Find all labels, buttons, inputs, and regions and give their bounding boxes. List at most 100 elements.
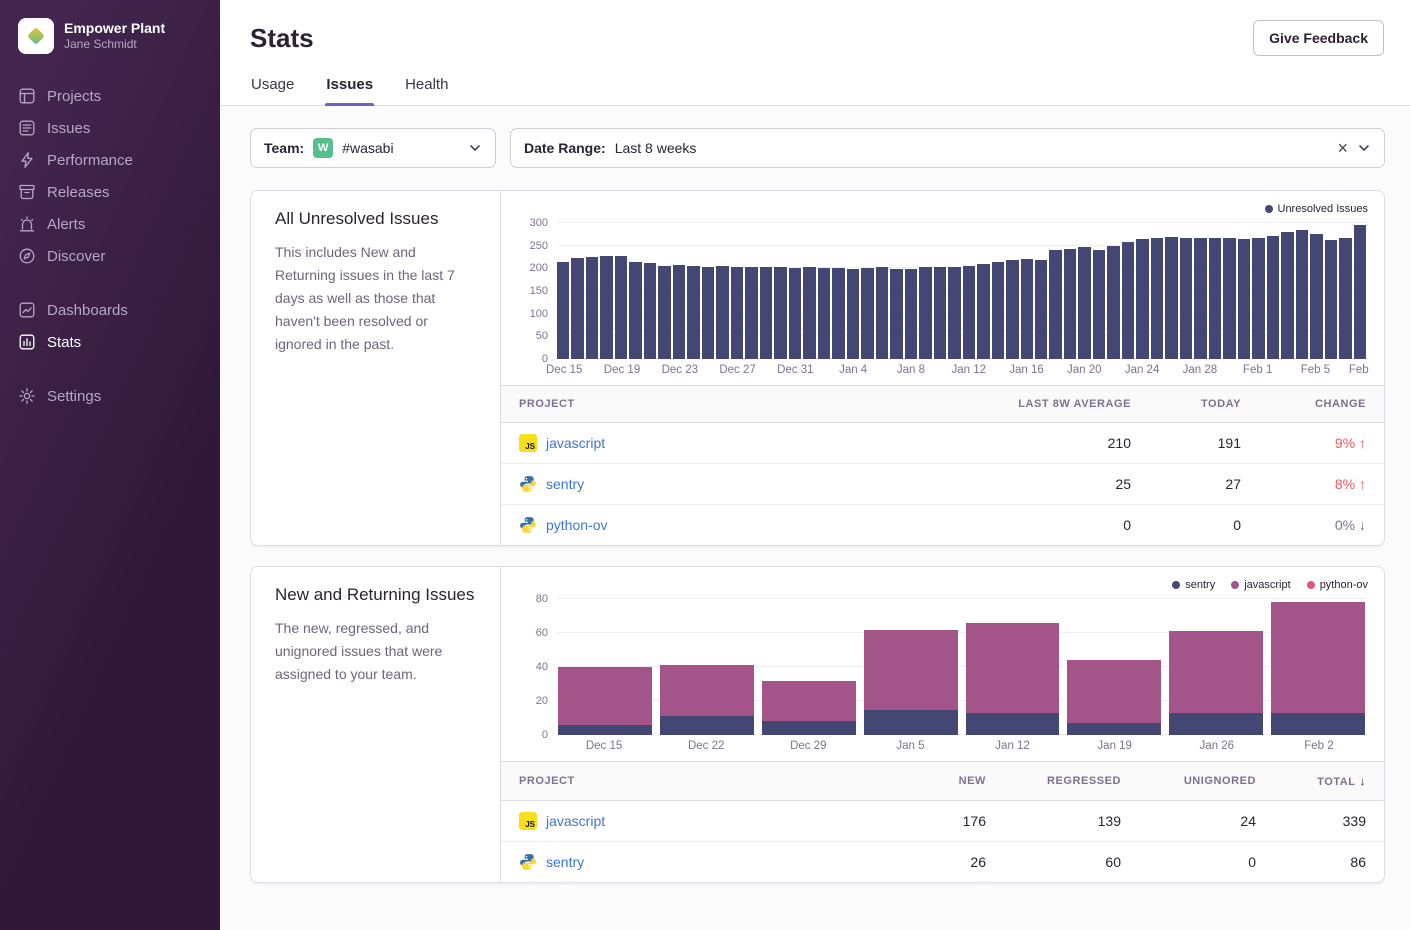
- y-axis-label: 150: [530, 285, 548, 297]
- value-cell: 24: [1139, 801, 1274, 842]
- x-axis-label: Jan 4: [839, 364, 867, 376]
- bar: [1252, 238, 1264, 359]
- bar: [1151, 238, 1163, 359]
- x-axis-label: Feb 2: [1272, 735, 1366, 759]
- sidebar-item-issues[interactable]: Issues: [18, 112, 202, 144]
- bar-segment-sentry: [660, 716, 754, 735]
- bar: [745, 267, 757, 359]
- y-axis-label: 40: [536, 661, 548, 673]
- user-name: Jane Schmidt: [64, 37, 165, 53]
- table-row: sentry2660086: [501, 842, 1384, 883]
- project: sentry: [519, 475, 901, 493]
- value-cell: 210: [919, 423, 1149, 464]
- sidebar-item-releases[interactable]: Releases: [18, 176, 202, 208]
- legend-item[interactable]: javascript: [1231, 579, 1290, 591]
- python-platform-icon: [519, 516, 537, 534]
- sidebar-item-discover[interactable]: Discover: [18, 240, 202, 272]
- new-returning-issues-table: PROJECTNEWREGRESSEDUNIGNOREDTOTAL ↓JSjav…: [501, 761, 1384, 882]
- project-link[interactable]: sentry: [546, 854, 584, 870]
- legend-dot-icon: [1231, 581, 1239, 589]
- bar: [586, 257, 598, 359]
- x-axis-label: Dec 23: [662, 364, 698, 376]
- project-cell: JSjavascript: [501, 423, 919, 464]
- bar: [1136, 239, 1148, 359]
- stacked-bar-series: [557, 599, 1366, 735]
- legend-label: javascript: [1244, 579, 1290, 591]
- project-link[interactable]: python-ov: [546, 517, 607, 533]
- bar-segment-sentry: [1169, 713, 1263, 735]
- project-link[interactable]: javascript: [546, 435, 605, 451]
- page-header: Stats Give Feedback UsageIssuesHealth: [220, 0, 1410, 106]
- org-switcher[interactable]: Empower Plant Jane Schmidt: [0, 18, 220, 54]
- bar: [1296, 230, 1308, 359]
- legend-label: Unresolved Issues: [1278, 203, 1369, 215]
- project-link[interactable]: sentry: [546, 476, 584, 492]
- legend-item[interactable]: python-ov: [1307, 579, 1368, 591]
- python-platform-icon: [519, 853, 537, 871]
- x-axis-label: Dec 29: [761, 735, 855, 759]
- change-cell: 8% ↑: [1259, 464, 1384, 505]
- sidebar-item-settings[interactable]: Settings: [18, 380, 202, 412]
- x-axis-label: Jan 12: [966, 735, 1060, 759]
- y-axis-label: 60: [536, 627, 548, 639]
- bar: [789, 268, 801, 359]
- settings-icon: [18, 387, 36, 405]
- tab-health[interactable]: Health: [404, 70, 449, 105]
- bar: [1223, 238, 1235, 359]
- sidebar-item-projects[interactable]: Projects: [18, 80, 202, 112]
- dashboards-icon: [18, 301, 36, 319]
- column-header-change: CHANGE: [1259, 386, 1384, 423]
- org-info: Empower Plant Jane Schmidt: [64, 19, 165, 53]
- sidebar-item-performance[interactable]: Performance: [18, 144, 202, 176]
- releases-icon: [18, 183, 36, 201]
- bar: [992, 262, 1004, 359]
- change-cell: 0% ↓: [1259, 505, 1384, 546]
- value-cell: 0: [1139, 842, 1274, 883]
- give-feedback-button[interactable]: Give Feedback: [1253, 20, 1384, 56]
- bar-segment-javascript: [1271, 602, 1365, 713]
- x-axis-label: Jan 20: [1067, 364, 1102, 376]
- bar: [1180, 238, 1192, 359]
- panel-title: All Unresolved Issues: [275, 209, 476, 229]
- team-filter[interactable]: Team: W #wasabi: [250, 128, 496, 168]
- bar: [1310, 234, 1322, 359]
- bar: [615, 256, 627, 359]
- sidebar-item-label: Discover: [47, 248, 105, 265]
- bar: [644, 263, 656, 359]
- x-axis-label: Jan 28: [1183, 364, 1218, 376]
- chart-x-axis: Dec 15Dec 19Dec 23Dec 27Dec 31Jan 4Jan 8…: [557, 359, 1366, 383]
- tab-usage[interactable]: Usage: [250, 70, 295, 105]
- legend-label: python-ov: [1320, 579, 1368, 591]
- legend-item[interactable]: Unresolved Issues: [1265, 203, 1369, 215]
- bar-segment-javascript: [966, 623, 1060, 713]
- bar: [1122, 242, 1134, 359]
- value-cell: 86: [1274, 842, 1384, 883]
- column-header-total[interactable]: TOTAL ↓: [1274, 762, 1384, 801]
- nav-section: Settings: [18, 380, 202, 412]
- project-link[interactable]: javascript: [546, 813, 605, 829]
- org-name: Empower Plant: [64, 19, 165, 37]
- sidebar-item-label: Stats: [47, 334, 81, 351]
- bar: [1194, 238, 1206, 359]
- sidebar-item-alerts[interactable]: Alerts: [18, 208, 202, 240]
- clear-icon[interactable]: ×: [1337, 139, 1348, 157]
- x-axis-label: Jan 26: [1170, 735, 1264, 759]
- stacked-bar: [1271, 599, 1365, 735]
- bar: [948, 267, 960, 359]
- x-axis-label: Jan 12: [951, 364, 986, 376]
- tab-issues[interactable]: Issues: [325, 70, 374, 105]
- sidebar-item-stats[interactable]: Stats: [18, 326, 202, 358]
- unresolved-issues-table: PROJECTLAST 8W AVERAGETODAYCHANGEJSjavas…: [501, 385, 1384, 545]
- bar: [1281, 232, 1293, 359]
- date-range-filter[interactable]: Date Range: Last 8 weeks ×: [510, 128, 1385, 168]
- legend-item[interactable]: sentry: [1172, 579, 1215, 591]
- sidebar-item-dashboards[interactable]: Dashboards: [18, 294, 202, 326]
- project-cell: sentry: [501, 464, 919, 505]
- sidebar-item-label: Projects: [47, 88, 101, 105]
- bar: [731, 267, 743, 359]
- bar: [673, 265, 685, 359]
- bar: [658, 266, 670, 359]
- stacked-bar: [660, 599, 754, 735]
- legend-dot-icon: [1172, 581, 1180, 589]
- table-row: JSjavascript2101919% ↑: [501, 423, 1384, 464]
